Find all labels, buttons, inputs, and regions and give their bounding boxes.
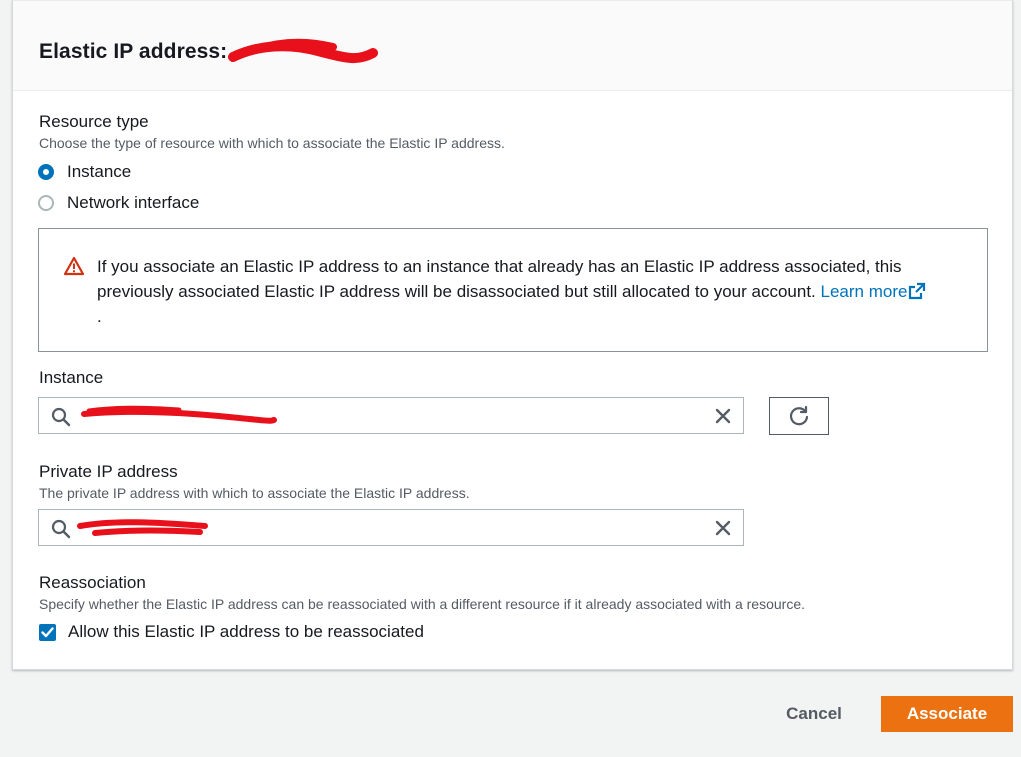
instance-input[interactable]: [38, 397, 744, 434]
external-link-icon: [909, 282, 926, 300]
clear-icon[interactable]: [715, 520, 731, 536]
reassociation-label: Reassociation: [39, 573, 146, 592]
refresh-button[interactable]: [769, 397, 829, 435]
resource-type-label: Resource type: [39, 112, 149, 131]
refresh-icon: [789, 405, 809, 426]
card-header: Elastic IP address:: [13, 0, 1012, 91]
radio-button[interactable]: [38, 195, 54, 211]
warning-icon: [63, 256, 85, 276]
check-icon: [41, 626, 54, 637]
radio-instance[interactable]: Instance: [38, 162, 131, 182]
private-ip-input[interactable]: [38, 509, 744, 546]
page-title-text: Elastic IP address:: [39, 40, 228, 63]
instance-label: Instance: [39, 368, 104, 387]
reassociate-checkbox-label: Allow this Elastic IP address to be reas…: [68, 622, 424, 641]
reassociate-checkbox[interactable]: [39, 623, 56, 641]
resource-type-description: Choose the type of resource with which t…: [39, 135, 505, 151]
search-icon: [51, 407, 71, 427]
learn-more-text: Learn more: [820, 282, 908, 301]
page-title: Elastic IP address:: [39, 40, 227, 64]
reassociation-description: Specify whether the Elastic IP address c…: [39, 596, 805, 612]
alert-text: If you associate an Elastic IP address t…: [97, 254, 972, 329]
radio-network-interface-label: Network interface: [67, 193, 200, 212]
redaction-mark: [81, 405, 277, 424]
private-ip-label: Private IP address: [39, 462, 178, 481]
redaction-mark: [228, 38, 378, 63]
warning-alert: If you associate an Elastic IP address t…: [38, 228, 988, 352]
associate-eip-card: Elastic IP address: Resource type Choose…: [12, 0, 1013, 670]
alert-message: If you associate an Elastic IP address t…: [97, 257, 902, 301]
search-icon: [51, 519, 71, 539]
radio-button-checked[interactable]: [38, 164, 54, 180]
private-ip-description: The private IP address with which to ass…: [39, 485, 470, 501]
clear-icon[interactable]: [715, 408, 731, 424]
cancel-button[interactable]: Cancel: [770, 697, 858, 731]
associate-button[interactable]: Associate: [881, 696, 1013, 732]
alert-trailing: .: [97, 307, 102, 326]
reassociate-checkbox-row[interactable]: Allow this Elastic IP address to be reas…: [39, 622, 424, 642]
redaction-mark: [77, 519, 208, 536]
radio-instance-label: Instance: [67, 162, 132, 181]
learn-more-link[interactable]: Learn more: [821, 282, 927, 301]
radio-network-interface[interactable]: Network interface: [38, 193, 199, 213]
